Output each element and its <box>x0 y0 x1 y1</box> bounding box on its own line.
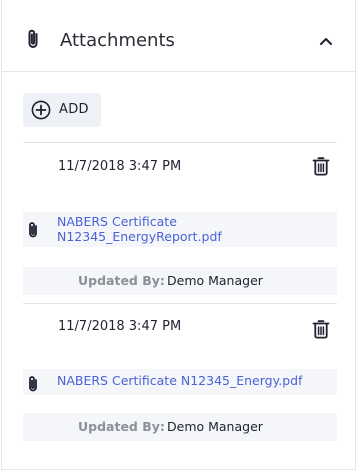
panel-title: Attachments <box>60 30 175 51</box>
attachment-date: 11/7/2018 3:47 PM <box>58 159 182 174</box>
file-link[interactable]: NABERS Certificate N12345_EnergyReport.p… <box>57 214 222 244</box>
file-row: NABERS Certificate N12345_Energy.pdf <box>23 369 337 395</box>
attachments-panel: Attachments ADD 11/7/2018 3:47 PM NABERS… <box>1 0 356 470</box>
trash-icon[interactable] <box>312 156 330 176</box>
file-link[interactable]: NABERS Certificate N12345_Energy.pdf <box>57 373 302 388</box>
updated-by-value: Demo Manager <box>167 419 263 434</box>
paperclip-icon <box>27 375 39 393</box>
attachment-item: 11/7/2018 3:47 PM NABERS Certificate N12… <box>23 142 337 302</box>
paperclip-icon <box>25 28 41 50</box>
file-name-line: N12345_EnergyReport.pdf <box>57 229 222 244</box>
updated-by-value: Demo Manager <box>167 273 263 288</box>
add-attachment-button[interactable]: ADD <box>23 93 101 127</box>
file-name-line: NABERS Certificate N12345_Energy.pdf <box>57 373 303 388</box>
trash-icon[interactable] <box>312 319 330 339</box>
file-row: NABERS Certificate N12345_EnergyReport.p… <box>23 212 337 247</box>
file-name-line: NABERS Certificate <box>57 214 177 229</box>
panel-header[interactable]: Attachments <box>2 0 355 72</box>
updated-by-label: Updated By: <box>78 273 165 288</box>
attachment-item: 11/7/2018 3:47 PM NABERS Certificate N12… <box>23 303 337 453</box>
add-button-label: ADD <box>59 102 89 117</box>
updated-by-row: Updated By: Demo Manager <box>23 413 337 441</box>
updated-by-row: Updated By: Demo Manager <box>23 267 337 295</box>
chevron-up-icon[interactable] <box>316 31 336 51</box>
attachment-date: 11/7/2018 3:47 PM <box>58 319 182 334</box>
plus-circle-icon <box>31 100 51 120</box>
updated-by-label: Updated By: <box>78 419 165 434</box>
paperclip-icon <box>27 221 39 239</box>
